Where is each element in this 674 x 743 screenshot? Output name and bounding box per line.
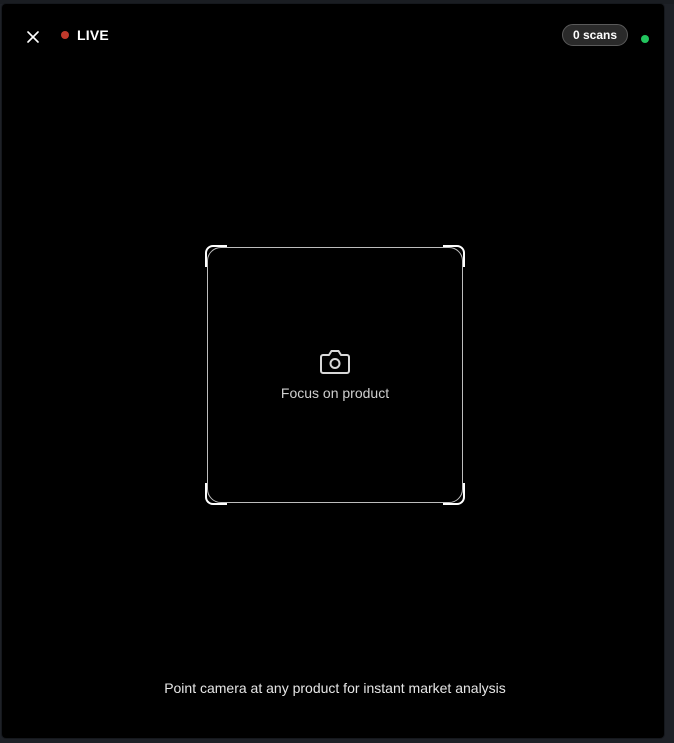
- close-button[interactable]: [22, 26, 44, 48]
- viewfinder-corner-bottom-left: [205, 483, 227, 505]
- instruction-hint: Point camera at any product for instant …: [164, 680, 506, 696]
- scan-count-badge: 0 scans: [562, 24, 629, 46]
- viewfinder-corner-bottom-right: [443, 483, 465, 505]
- close-icon: [27, 31, 39, 43]
- focus-prompt: Focus on product: [207, 347, 463, 401]
- viewfinder-corner-top-left: [205, 245, 227, 267]
- live-indicator: LIVE: [61, 27, 109, 43]
- viewfinder-corner-top-right: [443, 245, 465, 267]
- camera-icon: [320, 350, 350, 374]
- live-label: LIVE: [77, 27, 109, 43]
- live-dot-icon: [61, 31, 69, 39]
- focus-label: Focus on product: [280, 385, 390, 401]
- connection-status-dot: [641, 35, 649, 43]
- camera-scanner-window: LIVE 0 scans Focus on product Point came…: [2, 4, 664, 738]
